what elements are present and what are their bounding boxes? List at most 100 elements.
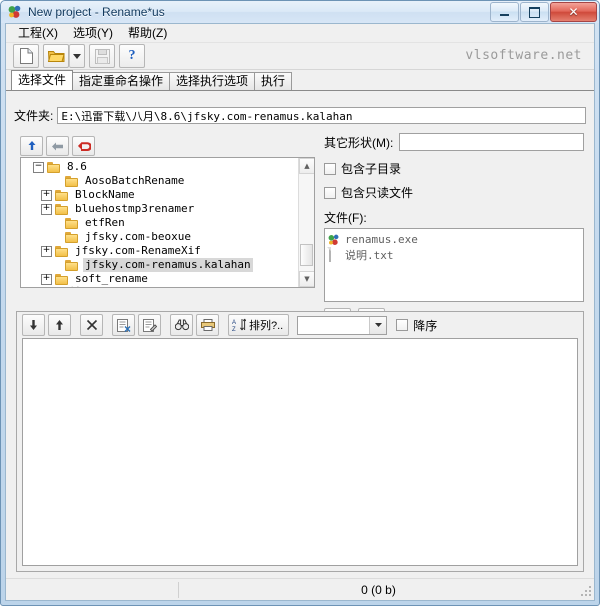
save-project-button[interactable] <box>89 44 115 68</box>
tree-node[interactable]: AosoBatchRename <box>21 174 298 188</box>
tree-node-label: jfsky.com-beoxue <box>85 230 191 243</box>
sort-az-icon: A Z <box>232 318 246 332</box>
printer-icon <box>200 319 215 331</box>
open-project-button[interactable] <box>43 44 69 68</box>
open-folder-icon <box>47 49 65 63</box>
tree-scrollbar[interactable]: ▲ ▼ <box>298 158 314 287</box>
new-project-button[interactable] <box>13 44 39 68</box>
menu-project[interactable]: 工程(X) <box>12 22 67 44</box>
menu-help[interactable]: 帮助(Z) <box>122 22 176 44</box>
move-down-button[interactable] <box>22 314 45 336</box>
include-subdirs-row[interactable]: 包含子目录 <box>324 160 584 177</box>
scroll-up-icon[interactable]: ▲ <box>299 158 314 174</box>
folder-icon <box>55 273 69 285</box>
no-expander-icon <box>53 219 62 228</box>
descending-checkbox[interactable] <box>396 319 409 331</box>
svg-text:A: A <box>232 320 236 326</box>
resize-grip[interactable] <box>578 583 592 597</box>
chevron-down-icon[interactable] <box>369 316 387 334</box>
list-item[interactable]: renamus.exe <box>327 232 581 247</box>
go-back-button[interactable] <box>46 136 69 156</box>
tree-node[interactable]: + BlockName <box>21 188 298 202</box>
tab-select-files[interactable]: 选择文件 <box>11 70 74 90</box>
expand-icon[interactable]: + <box>41 189 52 201</box>
sort-field-select[interactable] <box>297 315 388 335</box>
print-button[interactable] <box>196 314 219 336</box>
include-readonly-checkbox[interactable] <box>324 186 336 199</box>
close-button[interactable]: ✕ <box>550 2 597 22</box>
descending-label: 降序 <box>413 318 438 333</box>
folder-label: 文件夹: <box>14 108 54 123</box>
remove-button[interactable] <box>80 314 103 336</box>
tree-node[interactable]: etfRen <box>21 216 298 230</box>
include-readonly-row[interactable]: 包含只读文件 <box>324 184 584 201</box>
maximize-icon <box>529 6 540 18</box>
tab-exec-options[interactable]: 选择执行选项 <box>169 72 256 90</box>
close-x-icon <box>86 319 98 331</box>
selected-files-list[interactable] <box>22 338 578 566</box>
tree-node-label: etfRen <box>85 216 125 229</box>
go-up-button[interactable] <box>20 136 43 156</box>
shape-input[interactable] <box>399 133 584 151</box>
tree-node-label: BlockName <box>75 188 135 201</box>
folder-icon <box>65 175 79 187</box>
folder-tree[interactable]: − 8.6 AosoBatchRename + BlockName + blue… <box>20 157 315 288</box>
arrow-down-icon <box>29 319 38 331</box>
menu-options[interactable]: 选项(Y) <box>67 22 122 44</box>
tree-node[interactable]: jfsky.com-beoxue <box>21 230 298 244</box>
tab-execute[interactable]: 执行 <box>254 72 293 90</box>
tree-node-label: 8.6 <box>67 160 87 173</box>
find-button[interactable] <box>170 314 193 336</box>
scrollbar-thumb[interactable] <box>300 244 313 266</box>
sort-button[interactable]: A Z 排列?.. <box>228 314 290 336</box>
files-label: 文件(F): <box>324 211 367 225</box>
include-subdirs-label: 包含子目录 <box>341 162 402 176</box>
collapse-icon[interactable]: − <box>33 161 44 173</box>
folder-icon <box>65 217 79 229</box>
minimize-button[interactable] <box>490 2 519 22</box>
select-files-panel: 文件夹: E:\迅雷下载\八月\8.6\jfsky.com-renamus.ka… <box>6 90 594 578</box>
expand-icon[interactable]: + <box>41 273 52 285</box>
app-icon <box>327 233 341 247</box>
include-subdirs-checkbox[interactable] <box>324 162 336 175</box>
edit-list-button[interactable] <box>138 314 161 336</box>
files-list[interactable]: renamus.exe 说明.txt <box>324 228 584 302</box>
refresh-button[interactable] <box>72 136 95 156</box>
arrow-up-icon <box>55 319 64 331</box>
tree-node-selected[interactable]: jfsky.com-renamus.kalahan <box>21 258 298 272</box>
tree-node[interactable]: + bluehostmp3renamer <box>21 202 298 216</box>
open-project-dropdown[interactable] <box>69 44 85 68</box>
folder-path-input[interactable]: E:\迅雷下载\八月\8.6\jfsky.com-renamus.kalahan <box>57 106 586 124</box>
folder-icon <box>65 231 79 243</box>
shape-row: 其它形状(M): <box>324 133 584 151</box>
folder-icon <box>55 245 69 257</box>
scroll-down-icon[interactable]: ▼ <box>299 271 314 287</box>
tree-node[interactable]: + soft_rename <box>21 272 298 286</box>
save-disk-icon <box>94 48 110 64</box>
window-title: New project - Rename*us <box>28 5 165 19</box>
svg-text:Z: Z <box>232 327 236 332</box>
descending-row[interactable]: 降序 <box>396 317 437 334</box>
tab-rename-actions[interactable]: 指定重命名操作 <box>72 72 171 90</box>
help-button[interactable]: ? <box>119 44 145 68</box>
expand-icon[interactable]: + <box>41 203 52 215</box>
up-level-icon <box>26 140 38 152</box>
list-item[interactable]: 说明.txt <box>327 246 581 262</box>
tree-node[interactable]: + jfsky.com-RenameXif <box>21 244 298 258</box>
expand-icon[interactable]: + <box>41 245 52 257</box>
file-name: 说明.txt <box>345 248 394 262</box>
question-mark-icon: ? <box>128 48 136 63</box>
tree-node-label: jfsky.com-RenameXif <box>75 244 201 257</box>
no-expander-icon <box>53 233 62 242</box>
no-expander-icon <box>53 261 62 270</box>
file-list-panel: A Z 排列?.. 降序 <box>16 311 584 572</box>
move-up-button[interactable] <box>48 314 71 336</box>
window-controls: ✕ <box>489 2 597 22</box>
tree-node-label: 以前 <box>55 286 83 287</box>
text-file-icon <box>327 246 341 262</box>
tree-node[interactable]: + 以前 <box>21 286 298 287</box>
maximize-button[interactable] <box>520 2 549 22</box>
tree-node[interactable]: − 8.6 <box>21 160 298 174</box>
remove-all-button[interactable] <box>112 314 135 336</box>
folder-row: 文件夹: E:\迅雷下载\八月\8.6\jfsky.com-renamus.ka… <box>6 104 594 126</box>
